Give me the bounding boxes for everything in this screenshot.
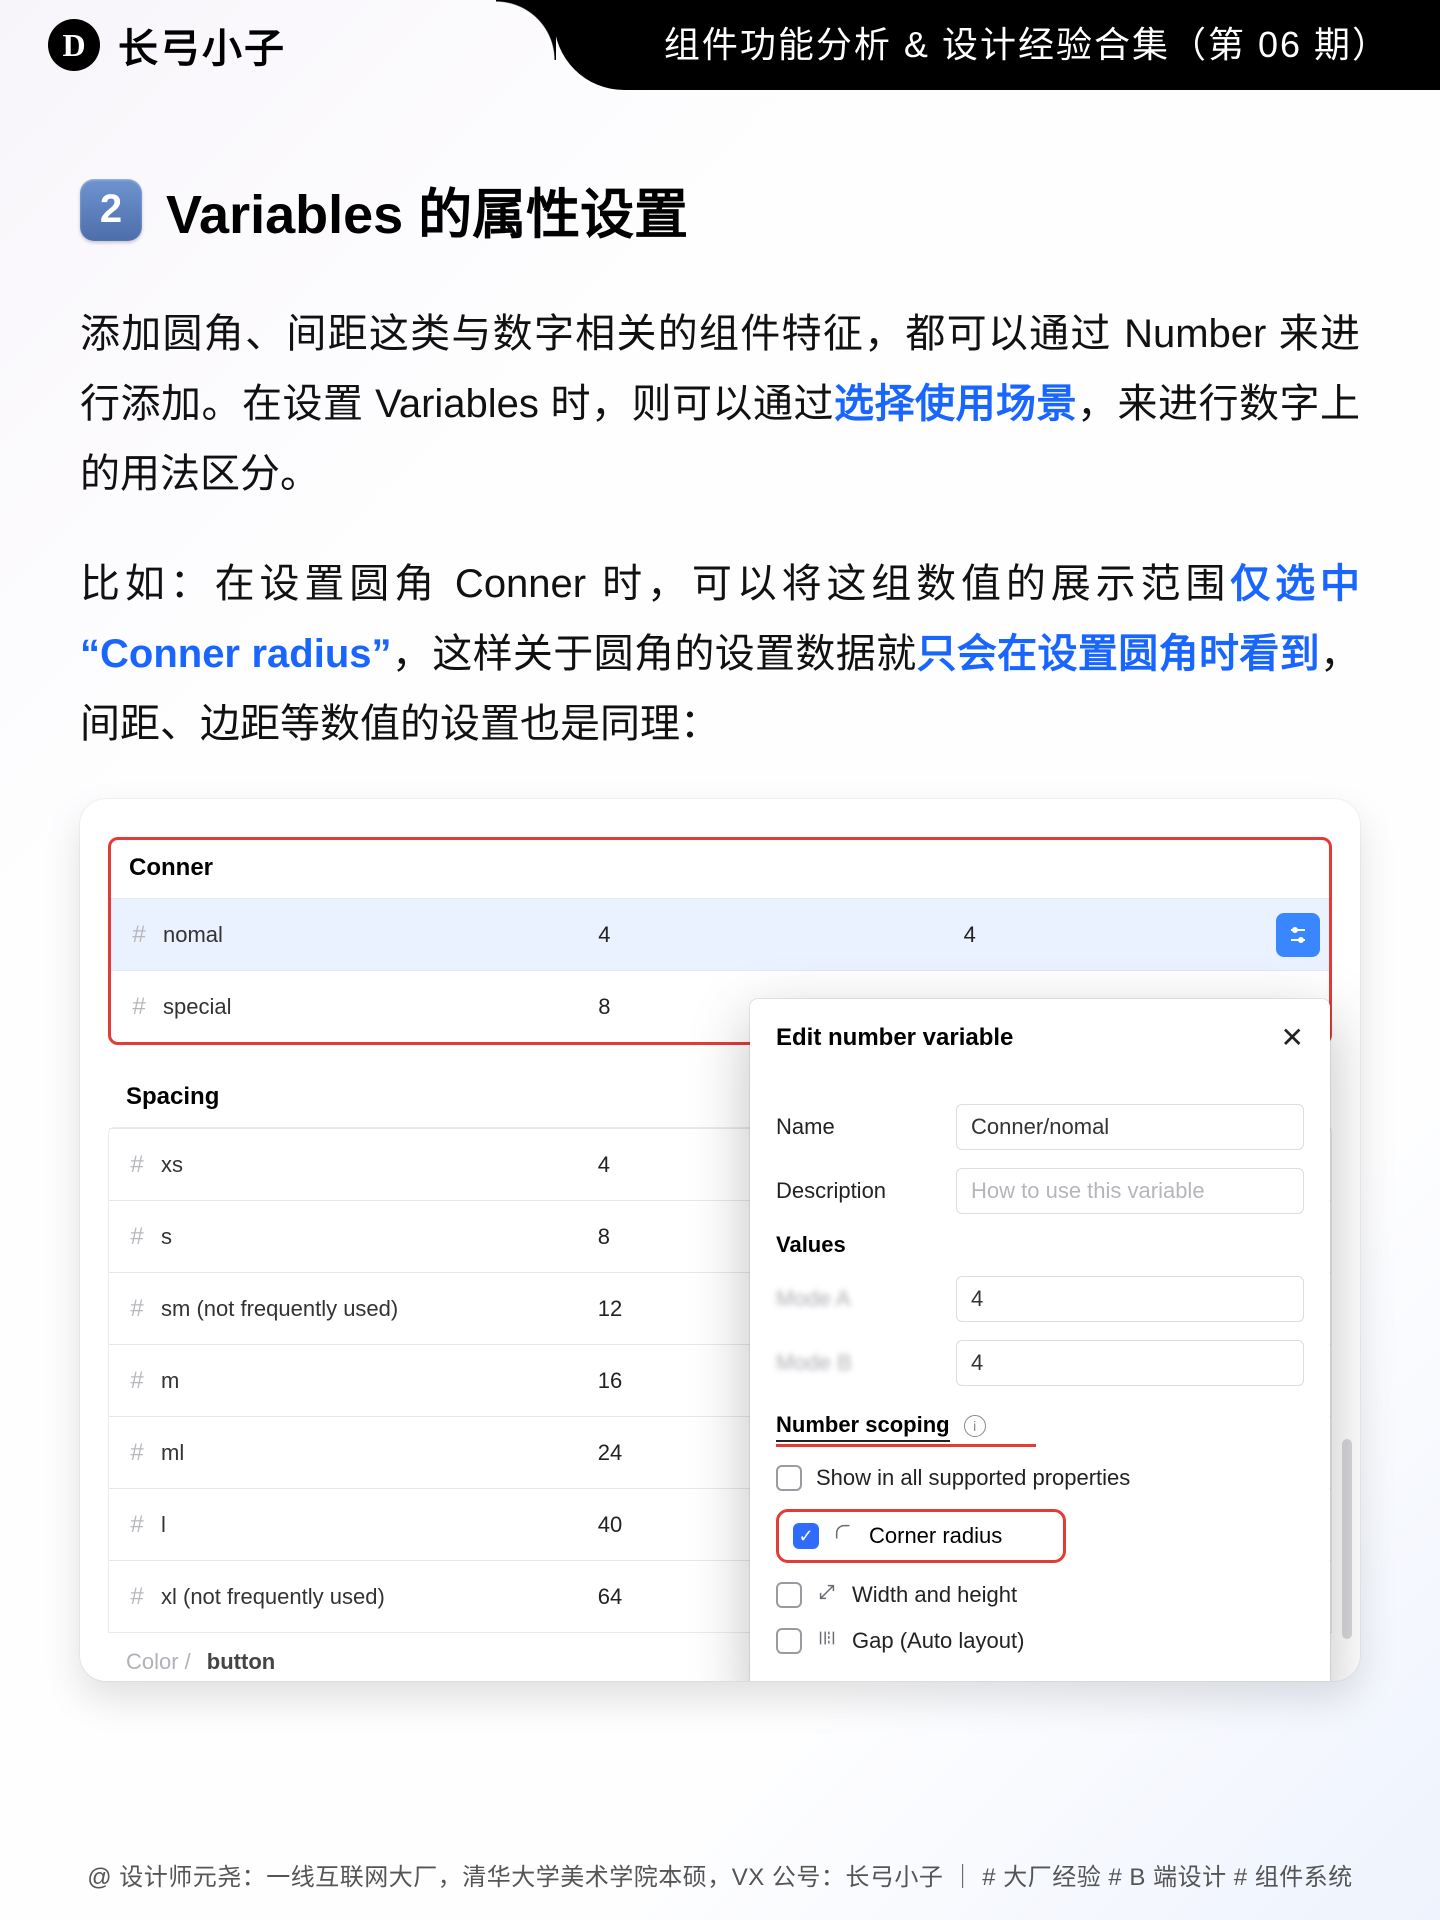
resize-icon	[816, 1581, 838, 1609]
p1-b: 选择使用场景	[834, 382, 1077, 426]
figma-screenshot: Conner # nomal 4 4 # special	[80, 799, 1360, 1681]
hash-icon: #	[127, 1151, 147, 1179]
section-title: 2 Variables 的属性设置	[80, 170, 1360, 249]
section-index-badge: 2	[80, 179, 142, 241]
description-field[interactable]: How to use this variable	[956, 1168, 1304, 1214]
page-header: D 长弓小子 组件功能分析 & 设计经验合集（第 06 期）	[0, 0, 1440, 90]
option-label: Width and height	[852, 1582, 1017, 1608]
page-footer: @ 设计师元尧：一线互联网大厂，清华大学美术学院本硕，VX 公号：长弓小子 ｜ …	[0, 1857, 1440, 1892]
option-label: Show in all supported properties	[816, 1465, 1130, 1491]
scrollbar[interactable]	[1342, 1439, 1352, 1639]
variable-name: l	[161, 1512, 166, 1538]
popover-title: Edit number variable	[776, 1024, 1013, 1052]
option-label: Corner radius	[869, 1523, 1002, 1549]
variable-name: ml	[161, 1440, 184, 1466]
variable-name: m	[161, 1368, 179, 1394]
hash-icon: #	[127, 1223, 147, 1251]
scope-option-all[interactable]: Show in all supported properties	[776, 1465, 1304, 1491]
corner-radius-icon	[833, 1522, 855, 1550]
variable-name: s	[161, 1224, 172, 1250]
value-field[interactable]: 4	[956, 1276, 1304, 1322]
paragraph-2: 比如：在设置圆角 Conner 时，可以将这组数值的展示范围仅选中 “Conne…	[80, 549, 1360, 759]
hash-icon: #	[129, 921, 149, 949]
name-field[interactable]: Conner/nomal	[956, 1104, 1304, 1150]
variable-name: xs	[161, 1152, 183, 1178]
p2-c: ，这样关于圆角的设置数据就	[392, 632, 917, 676]
value-mode-label: Mode A	[776, 1286, 936, 1312]
hash-icon: #	[129, 993, 149, 1021]
variable-name: special	[163, 994, 231, 1020]
variable-row[interactable]: # nomal 4 4	[111, 898, 1329, 970]
value-mode-label: Mode B	[776, 1350, 936, 1376]
hash-icon: #	[127, 1439, 147, 1467]
hash-icon: #	[127, 1367, 147, 1395]
group-title-conner: Conner	[111, 840, 1329, 898]
hash-icon: #	[127, 1295, 147, 1323]
name-label: Name	[776, 1114, 936, 1140]
variable-name: sm (not frequently used)	[161, 1296, 398, 1322]
ghost-bold: button	[207, 1649, 275, 1675]
ghost-prefix: Color /	[126, 1649, 191, 1675]
paragraph-1: 添加圆角、间距这类与数字相关的组件特征，都可以通过 Number 来进行添加。在…	[80, 299, 1360, 509]
p2-a: 比如：在设置圆角 Conner 时，可以将这组数值的展示范围	[80, 562, 1230, 606]
variable-value-1: 4	[598, 922, 963, 948]
hash-icon: #	[127, 1583, 147, 1611]
info-icon[interactable]: i	[964, 1415, 986, 1437]
variable-name: xl (not frequently used)	[161, 1584, 385, 1610]
description-label: Description	[776, 1178, 936, 1204]
scope-option-width-height[interactable]: Width and height	[776, 1581, 1304, 1609]
checkbox-checked[interactable]: ✓	[793, 1523, 819, 1549]
close-icon[interactable]: ✕	[1281, 1021, 1304, 1054]
variable-name: nomal	[163, 922, 223, 948]
scope-option-corner-highlighted[interactable]: ✓ Corner radius	[776, 1509, 1066, 1563]
values-title: Values	[776, 1232, 1304, 1258]
p2-d: 只会在设置圆角时看到	[916, 632, 1320, 676]
content: 2 Variables 的属性设置 添加圆角、间距这类与数字相关的组件特征，都可…	[0, 90, 1440, 1681]
checkbox-unchecked[interactable]	[776, 1628, 802, 1654]
scoping-title: Number scoping	[776, 1412, 950, 1442]
brand-text: 长弓小子	[118, 16, 286, 74]
hash-icon: #	[127, 1511, 147, 1539]
brand: D 长弓小子	[48, 16, 286, 74]
gap-icon	[816, 1627, 838, 1655]
edit-variable-popover: Edit number variable ✕ Name Conner/nomal…	[750, 999, 1330, 1681]
value-field[interactable]: 4	[956, 1340, 1304, 1386]
adjust-button[interactable]	[1276, 913, 1320, 957]
header-pill: 组件功能分析 & 设计经验合集（第 06 期）	[554, 0, 1440, 90]
variable-value-2: 4	[964, 922, 1267, 948]
section-title-text: Variables 的属性设置	[166, 170, 688, 249]
checkbox-unchecked[interactable]	[776, 1465, 802, 1491]
scope-option-gap[interactable]: Gap (Auto layout)	[776, 1627, 1304, 1655]
checkbox-unchecked[interactable]	[776, 1582, 802, 1608]
scope-underline-annotation	[776, 1444, 1036, 1447]
option-label: Gap (Auto layout)	[852, 1628, 1024, 1654]
brand-badge: D	[48, 19, 100, 71]
